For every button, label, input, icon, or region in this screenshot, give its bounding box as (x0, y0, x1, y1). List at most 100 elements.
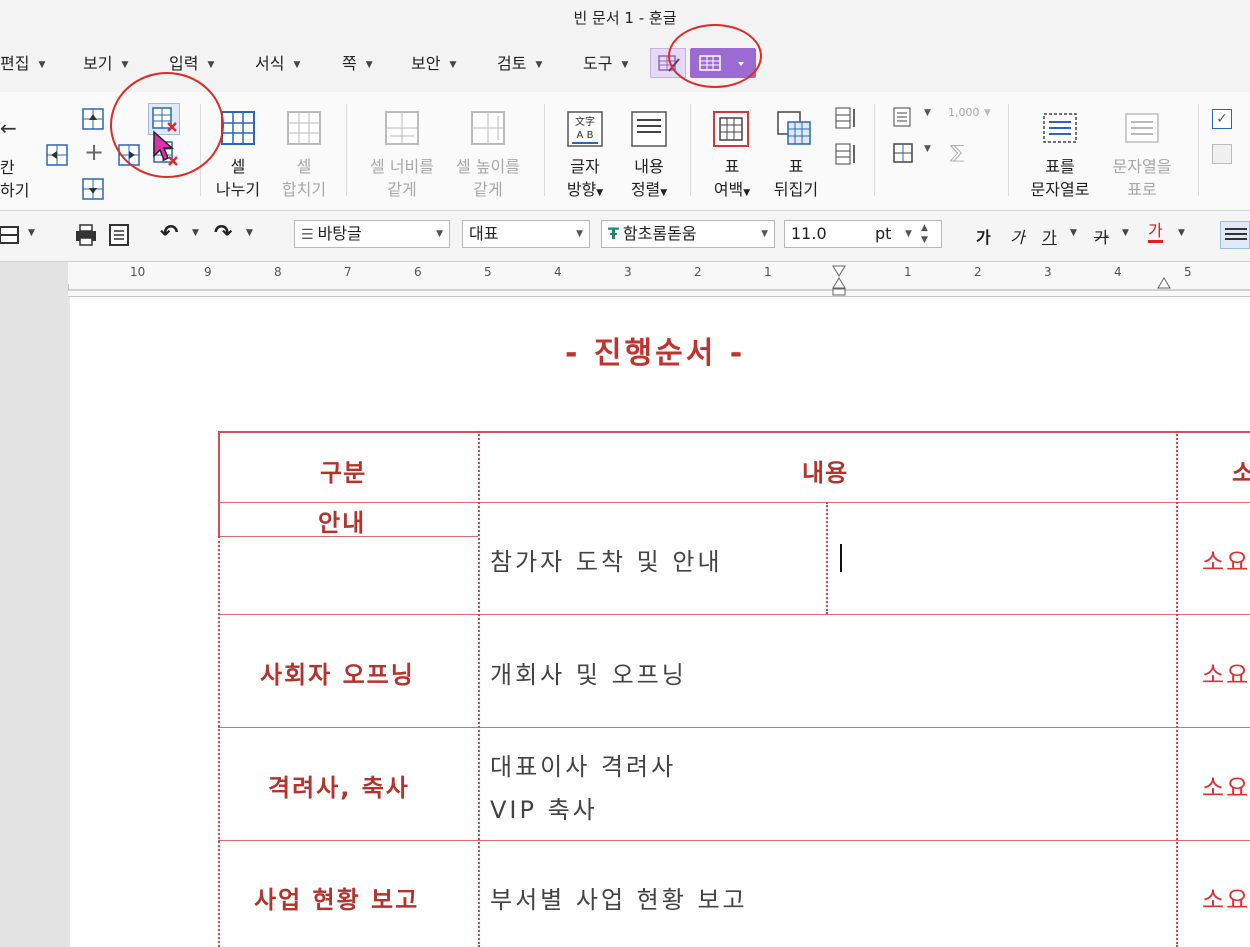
save-dropdown-icon[interactable]: ▼ (28, 228, 35, 238)
number-format-button[interactable]: 1,000 (948, 106, 980, 119)
style-select[interactable]: ☰ 바탕글 ▼ (294, 220, 450, 248)
table-rule (218, 502, 1250, 503)
menu-format[interactable]: 서식 ▼ (255, 50, 300, 74)
cell-props-icon[interactable] (892, 106, 914, 128)
font-color-button[interactable]: 가 (1148, 222, 1163, 243)
text-direction-icon: 文字 A B (567, 111, 603, 147)
size-down-icon[interactable]: ▼ (921, 227, 928, 247)
svg-text:A B: A B (577, 130, 594, 141)
split-cell-icon (221, 111, 255, 145)
menu-review[interactable]: 검토 ▼ (497, 50, 542, 74)
indent-marker-icon[interactable] (830, 264, 848, 296)
col-width-icon[interactable] (834, 142, 858, 166)
print-icon[interactable] (74, 223, 98, 247)
row-content: VIP 축사 (490, 796, 598, 824)
menu-security[interactable]: 보안 ▼ (411, 50, 456, 74)
row-height-icon[interactable] (834, 106, 858, 130)
ruler-label: 9 (204, 265, 212, 279)
row-duration: 소요 (1202, 886, 1250, 914)
ruler-label: 3 (624, 265, 632, 279)
merge-cell-button[interactable]: 셀 합치기 (276, 155, 332, 201)
menu-tools[interactable]: 도구 ▼ (583, 50, 628, 74)
underline-button[interactable]: 가 (1042, 224, 1057, 248)
separator (690, 104, 691, 196)
header-content: 내용 (802, 459, 849, 487)
row-label: 사회자 오프닝 (260, 661, 415, 689)
table-margin-icon (713, 111, 749, 147)
equal-height-button[interactable]: 셀 높이를 같게 (448, 155, 528, 201)
table-border-top (218, 431, 1250, 433)
ruler-label: 5 (484, 265, 492, 279)
bold-button[interactable]: 가 (976, 224, 991, 248)
align-justify-button[interactable] (1220, 221, 1250, 249)
text-caret (840, 544, 842, 572)
split-cell-button[interactable]: 셀 나누기 (210, 155, 266, 201)
language-select[interactable]: 대표 ▼ (462, 220, 590, 248)
table-flip-icon (777, 111, 811, 145)
ruler-label: 3 (1044, 265, 1052, 279)
document-title: - 진행순서 - (565, 336, 746, 371)
table-rule (218, 727, 1250, 728)
formula-icon[interactable]: ⅀ (950, 142, 965, 163)
font-color-dropdown-icon[interactable]: ▼ (1178, 228, 1185, 238)
ruler-label: 2 (974, 265, 982, 279)
content-align-icon (631, 111, 667, 147)
row-duration: 소요 (1202, 774, 1250, 802)
font-select[interactable]: Ŧ 함초롬돋움 ▼ (601, 220, 775, 248)
content-align-button[interactable]: 내용 정렬▼ (624, 155, 674, 205)
insert-row-below-icon[interactable] (80, 176, 106, 202)
number-format-dropdown-icon: ▼ (984, 108, 991, 118)
ruler-label: 4 (554, 265, 562, 279)
separator (544, 104, 545, 196)
text-to-table-icon (1125, 113, 1159, 143)
redo-icon[interactable]: ↷ (214, 221, 232, 246)
preview-icon[interactable] (108, 223, 130, 247)
header-category: 구분 (320, 459, 367, 487)
row-label: 사업 현황 보고 (254, 886, 420, 914)
svg-text:文字: 文字 (575, 115, 595, 128)
table-rule (218, 614, 1250, 615)
strike-dropdown-icon[interactable]: ▼ (1122, 228, 1129, 238)
table-column-divider (1176, 431, 1178, 947)
ruler-label: 1 (904, 265, 912, 279)
unit-select[interactable]: pt (875, 221, 891, 247)
checkbox-disabled[interactable] (1212, 144, 1232, 164)
right-indent-marker-icon[interactable] (1156, 276, 1172, 290)
menu-page[interactable]: 쪽 ▼ (342, 50, 373, 74)
ruler-label: 10 (130, 265, 146, 279)
window-title: 빈 문서 1 - 훈글 (573, 9, 677, 27)
cell-props-dropdown-icon[interactable]: ▼ (924, 108, 931, 118)
document-page[interactable] (70, 297, 1250, 947)
checkbox-checked[interactable]: ✓ (1212, 109, 1232, 129)
horizontal-ruler[interactable]: 10 9 8 7 6 5 4 3 2 1 1 2 3 4 5 (68, 262, 1250, 297)
table-to-text-button[interactable]: 표를 문자열로 (1024, 155, 1096, 201)
equal-width-button[interactable]: 셀 너비를 같게 (362, 155, 442, 201)
text-to-table-button[interactable]: 문자열을 표로 (1102, 155, 1182, 201)
menu-insert[interactable]: 입력 ▼ (169, 50, 214, 74)
cell-border-dropdown-icon[interactable]: ▼ (924, 144, 931, 154)
equal-height-icon (471, 111, 505, 145)
italic-button[interactable]: 가 (1010, 224, 1025, 248)
table-flip-button[interactable]: 표 뒤집기 (766, 155, 826, 201)
strikethrough-button[interactable]: 가 (1094, 224, 1109, 248)
table-margin-button[interactable]: 표 여백▼ (704, 155, 760, 205)
plus-icon: + (84, 138, 105, 166)
separator (874, 104, 875, 196)
cell-border-icon[interactable] (892, 142, 914, 164)
table-border-left (218, 536, 220, 947)
font-size-input[interactable]: 11.0 pt ▼ ▲ ▼ (784, 220, 942, 248)
insert-col-left-icon[interactable] (44, 142, 70, 168)
separator (1008, 104, 1009, 196)
undo-dropdown-icon[interactable]: ▼ (192, 228, 199, 238)
menu-edit[interactable]: 편집 ▼ (0, 50, 45, 74)
redo-dropdown-icon[interactable]: ▼ (246, 228, 253, 238)
paragraph-style-icon: ☰ (301, 227, 314, 243)
text-direction-button[interactable]: 글자 방향▼ (560, 155, 610, 205)
insert-row-above-icon[interactable] (80, 106, 106, 132)
left-group-label[interactable]: 칸 하기 (0, 156, 29, 202)
underline-dropdown-icon[interactable]: ▼ (1070, 228, 1077, 238)
menu-view[interactable]: 보기 ▼ (83, 50, 128, 74)
header-time: 소 (1232, 459, 1250, 487)
save-icon[interactable] (0, 224, 22, 246)
undo-icon[interactable]: ↶ (160, 221, 178, 246)
